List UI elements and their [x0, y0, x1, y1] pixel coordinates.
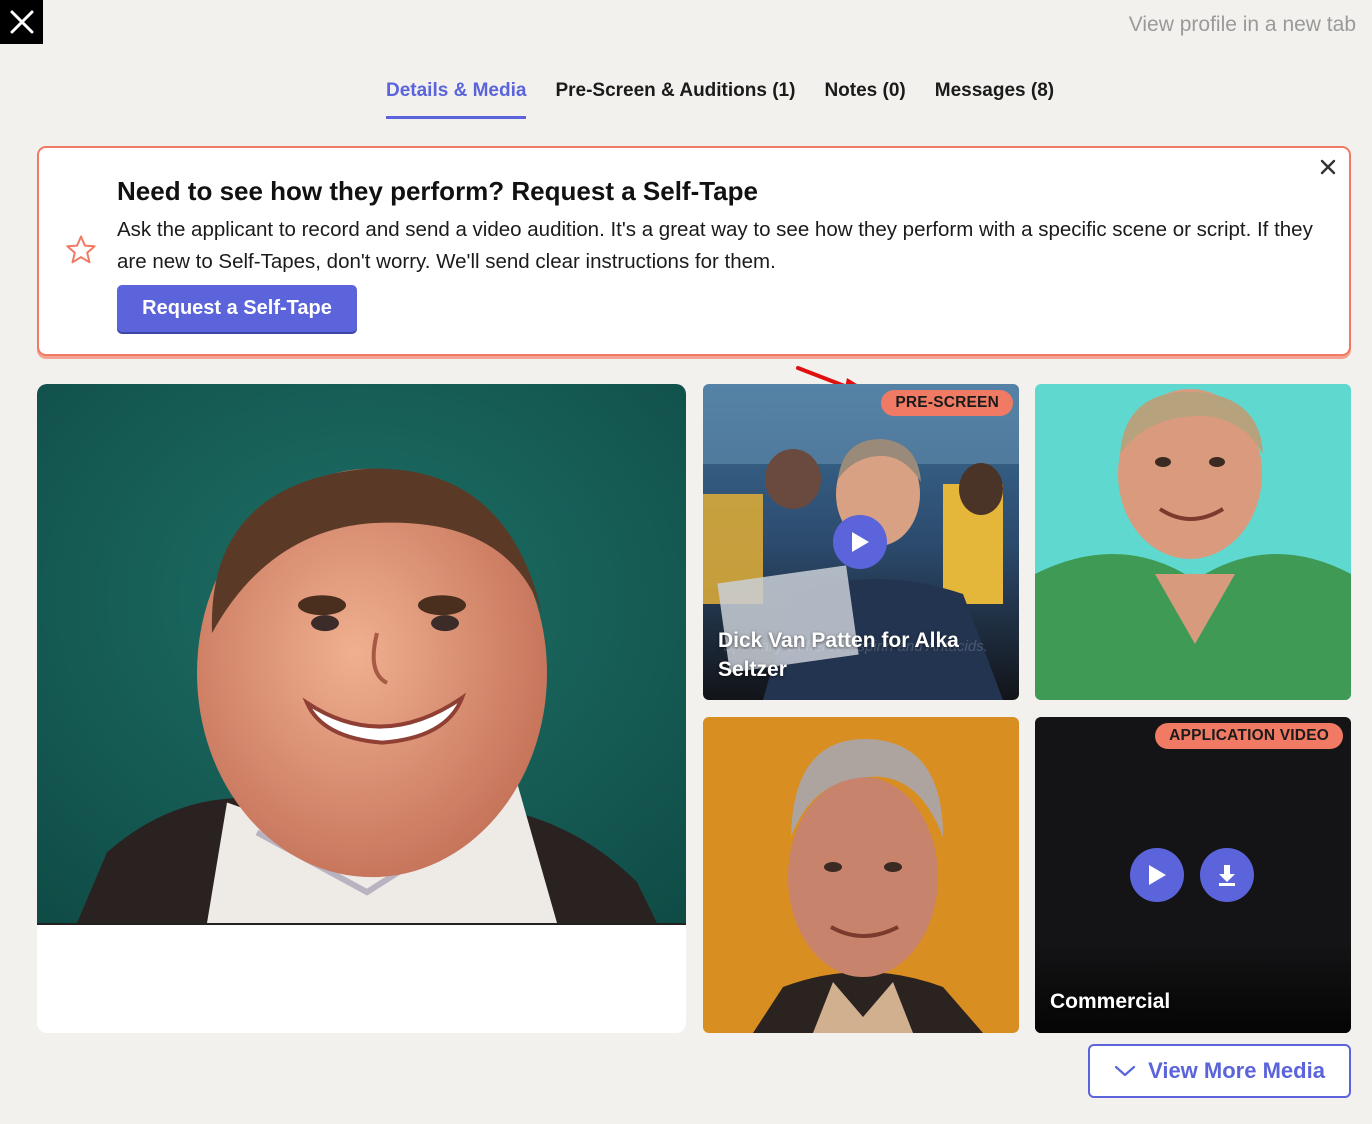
banner-title: Need to see how they perform? Request a … — [117, 176, 758, 206]
photo-tile-orange[interactable] — [703, 717, 1019, 1033]
view-profile-link[interactable]: View profile in a new tab — [1129, 13, 1356, 37]
tab-bar: Details & Media Pre-Screen & Auditions (… — [386, 80, 1054, 119]
download-button[interactable] — [1200, 848, 1254, 902]
green-shirt-photo — [1035, 384, 1351, 700]
close-button[interactable] — [0, 0, 43, 44]
headshot-photo — [37, 384, 686, 925]
play-icon — [852, 532, 869, 552]
view-more-media-button[interactable]: View More Media — [1088, 1044, 1351, 1098]
close-icon[interactable] — [1317, 156, 1339, 178]
tab-notes[interactable]: Notes (0) — [824, 80, 905, 119]
tab-details-media[interactable]: Details & Media — [386, 80, 527, 119]
prescreen-video-tile[interactable]: PRE-SCREEN Specially Buffered Aspirin an… — [703, 384, 1019, 700]
view-more-label: View More Media — [1148, 1058, 1325, 1083]
application-video-caption: Commercial — [1050, 990, 1171, 1013]
photo-tile-green-shirt[interactable] — [1035, 384, 1351, 700]
tab-prescreen-auditions[interactable]: Pre-Screen & Auditions (1) — [555, 80, 795, 119]
application-video-tile[interactable]: APPLICATION VIDEO Commercial — [1035, 717, 1351, 1033]
play-button[interactable] — [833, 515, 887, 569]
application-video-badge: APPLICATION VIDEO — [1155, 723, 1343, 749]
chevron-down-icon — [1114, 1065, 1136, 1077]
main-headshot-card[interactable] — [37, 384, 686, 1033]
play-icon — [1149, 865, 1166, 885]
prescreen-badge: PRE-SCREEN — [881, 390, 1013, 416]
download-icon — [1219, 865, 1235, 886]
play-button[interactable] — [1130, 848, 1184, 902]
orange-backdrop-photo — [703, 717, 1019, 1033]
star-icon — [66, 235, 96, 264]
prescreen-video-caption: Dick Van Patten for Alka Seltzer — [718, 629, 959, 681]
request-self-tape-button[interactable]: Request a Self-Tape — [117, 285, 357, 332]
self-tape-banner: Need to see how they perform? Request a … — [37, 146, 1351, 356]
close-icon — [10, 10, 33, 34]
banner-description: Ask the applicant to record and send a v… — [117, 218, 1313, 273]
tab-messages[interactable]: Messages (8) — [935, 80, 1054, 119]
